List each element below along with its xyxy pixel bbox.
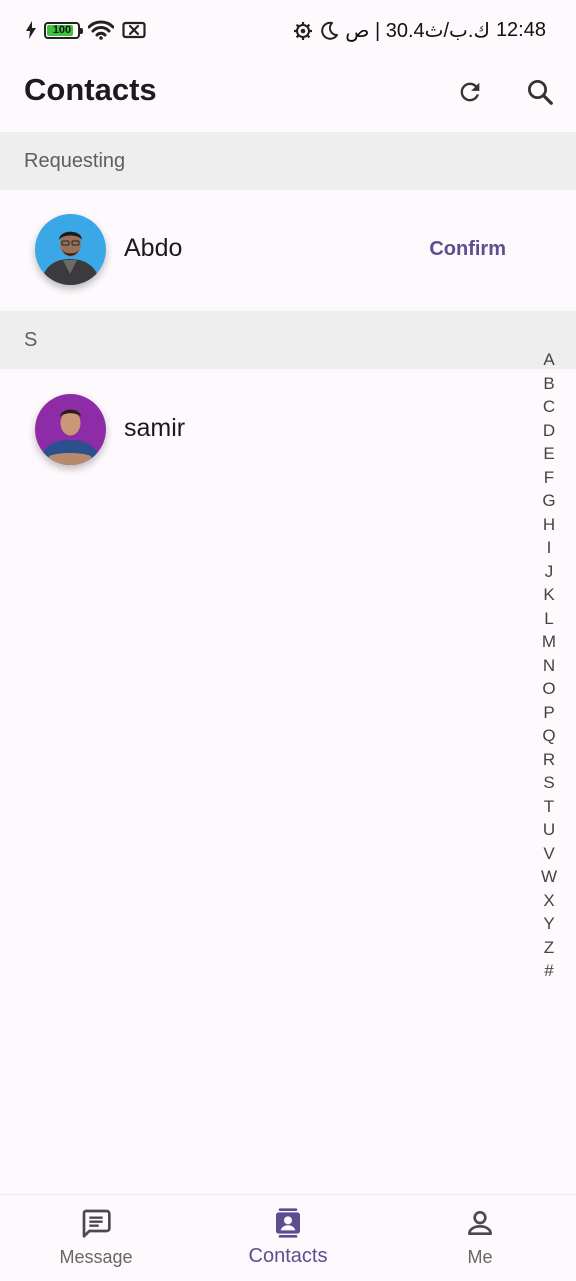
avatar (35, 394, 106, 465)
index-letter[interactable]: H (538, 513, 560, 537)
nav-item-message[interactable]: Message (0, 1195, 192, 1281)
index-letter[interactable]: Q (538, 724, 560, 748)
app-bar: Contacts (0, 64, 576, 132)
index-letter[interactable]: E (538, 442, 560, 466)
battery-level: 100 (52, 23, 72, 36)
page-title: Contacts (24, 72, 157, 107)
status-bar: 100 ك.ب/ث30.4 | ص 12:48 (0, 0, 576, 64)
nav-label: Me (467, 1247, 493, 1267)
settings-icon (294, 21, 313, 40)
section-header-s: S (0, 311, 576, 369)
wifi-icon (88, 20, 114, 40)
section-title: Requesting (24, 150, 126, 172)
status-text: ك.ب/ث30.4 | ص (345, 20, 490, 42)
index-letter[interactable]: A (538, 348, 560, 372)
index-letter[interactable]: G (538, 489, 560, 513)
index-letter[interactable]: V (538, 842, 560, 866)
confirm-button[interactable]: Confirm (429, 238, 506, 261)
battery-icon: 100 (44, 21, 83, 39)
index-letter[interactable]: W (538, 865, 560, 889)
charging-icon (26, 21, 36, 39)
index-letter[interactable]: J (538, 560, 560, 584)
contact-name: Abdo (124, 234, 183, 262)
nav-item-contacts[interactable]: Contacts (192, 1195, 384, 1281)
refresh-icon (460, 82, 480, 102)
section-title: S (24, 329, 38, 351)
index-letter[interactable]: B (538, 372, 560, 396)
index-letter[interactable]: T (538, 795, 560, 819)
index-letter[interactable]: P (538, 701, 560, 725)
bottom-nav: Message Contacts Me (0, 1194, 576, 1281)
index-letter[interactable]: U (538, 818, 560, 842)
index-letter[interactable]: Y (538, 912, 560, 936)
message-icon (82, 1209, 111, 1238)
contacts-icon (276, 1208, 300, 1238)
contact-row-samir[interactable]: samir (0, 370, 576, 490)
avatar (35, 214, 106, 285)
index-letter[interactable]: K (538, 583, 560, 607)
no-sim-icon (122, 21, 146, 39)
index-letter[interactable]: C (538, 395, 560, 419)
index-letter[interactable]: X (538, 889, 560, 913)
index-letter[interactable]: S (538, 771, 560, 795)
index-letter[interactable]: N (538, 654, 560, 678)
refresh-button[interactable] (450, 72, 490, 112)
index-letter[interactable]: R (538, 748, 560, 772)
alphabet-index[interactable]: A B C D E F G H I J K L M N O P Q R S T U V W X Y Z # (538, 348, 560, 983)
search-button[interactable] (520, 72, 560, 112)
index-letter[interactable]: L (538, 607, 560, 631)
status-time: 12:48 (495, 19, 546, 41)
index-letter[interactable]: # (538, 959, 560, 983)
index-letter[interactable]: D (538, 419, 560, 443)
nav-label: Contacts (248, 1245, 328, 1267)
index-letter[interactable]: I (538, 536, 560, 560)
section-header-requesting: Requesting (0, 132, 576, 190)
status-icons-left: 100 (26, 20, 146, 40)
moon-icon (321, 21, 339, 40)
index-letter[interactable]: Z (538, 936, 560, 960)
contact-row-abdo[interactable]: Abdo Confirm (0, 190, 576, 310)
nav-item-me[interactable]: Me (384, 1195, 576, 1281)
index-letter[interactable]: O (538, 677, 560, 701)
search-icon (528, 80, 553, 105)
contact-name: samir (124, 414, 186, 442)
status-icons-right: ك.ب/ث30.4 | ص 12:48 (293, 18, 546, 43)
nav-label: Message (59, 1247, 133, 1267)
index-letter[interactable]: F (538, 466, 560, 490)
index-letter[interactable]: M (538, 630, 560, 654)
person-icon (468, 1211, 492, 1235)
